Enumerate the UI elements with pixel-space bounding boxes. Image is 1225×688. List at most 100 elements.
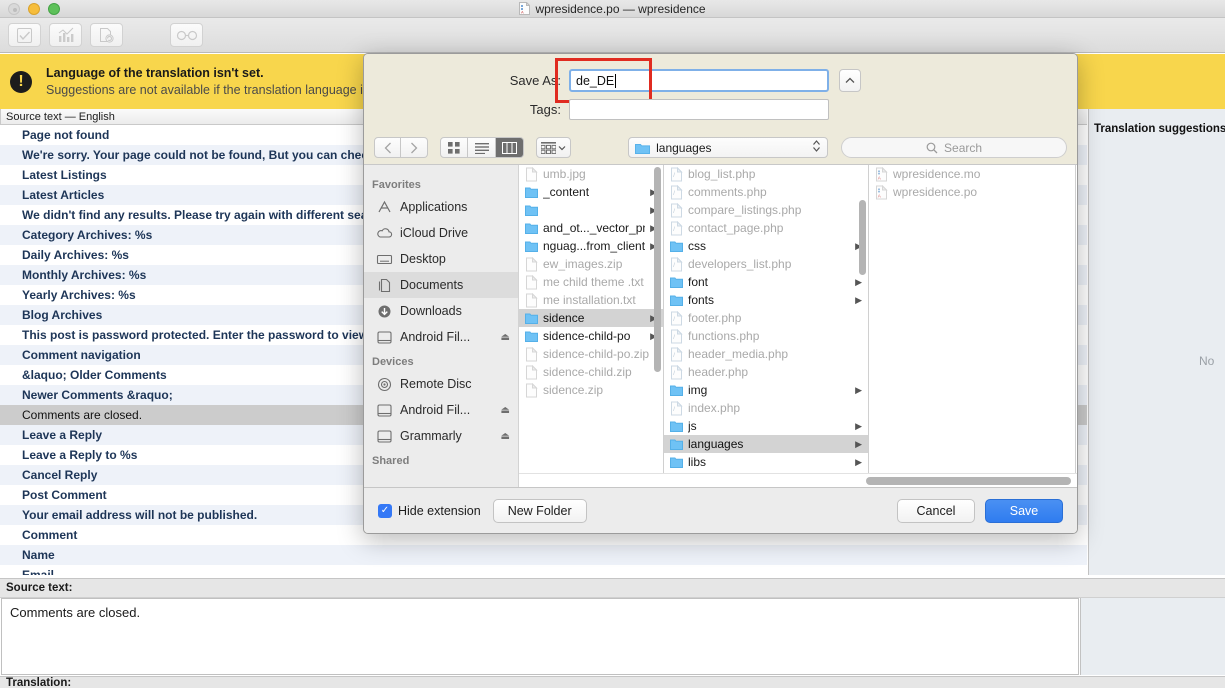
file-row[interactable]: / compare_listings.php	[664, 201, 868, 219]
file-row[interactable]: me child theme .txt	[519, 273, 663, 291]
file-row[interactable]: / header.php	[664, 363, 868, 381]
file-row-label: and_ot..._vector_png	[543, 221, 646, 235]
arrange-by-button[interactable]	[536, 137, 572, 158]
file-row-label: developers_list.php	[688, 257, 792, 271]
source-side-filler	[1080, 598, 1225, 675]
disclosure-arrow-icon: ▶	[855, 420, 862, 431]
source-string-row[interactable]: Email	[0, 565, 1087, 575]
file-icon	[526, 166, 538, 181]
file-row[interactable]: js ▶	[664, 417, 868, 435]
sidebar-item-grammarly[interactable]: Grammarly ⏏	[364, 423, 518, 449]
chevron-down-icon	[558, 145, 566, 150]
folder-icon	[525, 223, 538, 234]
sidebar-item-remote-disc[interactable]: Remote Disc	[364, 371, 518, 397]
forward-button[interactable]	[401, 137, 428, 158]
list-view-button[interactable]	[468, 137, 496, 158]
source-string-row[interactable]: Name	[0, 545, 1087, 565]
cancel-button[interactable]: Cancel	[897, 498, 975, 523]
file-column-2[interactable]: / blog_list.php / comments.php / compare_list…	[664, 165, 869, 487]
update-from-code-button[interactable]	[90, 23, 123, 47]
statistics-button[interactable]	[49, 23, 82, 47]
file-row[interactable]: sidence-child-po▶	[519, 327, 663, 345]
php-file-icon: /	[671, 184, 683, 199]
file-row-label: header.php	[688, 365, 749, 379]
file-row[interactable]: languages ▶	[664, 435, 868, 453]
tags-input[interactable]	[569, 99, 829, 120]
file-row[interactable]: / index.php	[664, 399, 868, 417]
file-column-1[interactable]: umb.jpg _content▶▶and_ot..._vector_png▶ng…	[519, 165, 664, 487]
file-row[interactable]: umb.jpg	[519, 165, 663, 183]
file-row[interactable]: Awpresidence.mo	[869, 165, 1075, 183]
horizontal-scrollbar[interactable]	[519, 473, 1077, 487]
file-row-label: wpresidence.po	[893, 185, 978, 199]
sidebar-item-downloads[interactable]: Downloads	[364, 298, 518, 324]
file-row-label: sidence-child-po.zip	[543, 347, 650, 361]
suggestions-title: Translation suggestions	[1094, 123, 1225, 135]
file-row[interactable]: / comments.php	[664, 183, 868, 201]
current-folder-popup[interactable]: languages	[628, 137, 829, 158]
sidebar-item-android-fil[interactable]: Android Fil... ⏏	[364, 397, 518, 423]
source-string-text: Yearly Archives: %s	[22, 288, 136, 302]
eject-icon[interactable]: ⏏	[501, 332, 510, 343]
validate-button[interactable]	[8, 23, 41, 47]
sidebar-item-android-fil[interactable]: Android Fil... ⏏	[364, 324, 518, 350]
columns-icon	[502, 141, 517, 154]
file-row[interactable]: sidence-child.zip	[519, 363, 663, 381]
file-row[interactable]: / footer.php	[664, 309, 868, 327]
file-row[interactable]: sidence.zip	[519, 381, 663, 399]
folder-icon	[670, 385, 683, 396]
column-scrollbar[interactable]	[859, 200, 866, 275]
file-row[interactable]: / header_media.php	[664, 345, 868, 363]
file-row[interactable]: sidence-child-po.zip	[519, 345, 663, 363]
file-row[interactable]: font ▶	[664, 273, 868, 291]
eject-icon[interactable]: ⏏	[501, 405, 510, 416]
sidebar-item-desktop[interactable]: Desktop	[364, 246, 518, 272]
sidebar-item-applications[interactable]: Applications	[364, 194, 518, 220]
file-column-3[interactable]: Awpresidence.moAwpresidence.po||	[869, 165, 1076, 487]
save-button[interactable]: Save	[985, 498, 1063, 523]
back-button[interactable]	[374, 137, 401, 158]
search-field[interactable]: Search	[841, 137, 1068, 158]
file-row[interactable]: css▶	[664, 237, 868, 255]
folder-stepper[interactable]	[812, 139, 821, 156]
tags-label: Tags:	[529, 102, 561, 117]
places-sidebar[interactable]: Favorites Applications iCloud Drive Desktop…	[364, 165, 519, 487]
sidebar-item-documents[interactable]: Documents	[364, 272, 518, 298]
filename-input[interactable]: de_DE	[569, 69, 829, 92]
file-row[interactable]: nguag...from_clients▶	[519, 237, 663, 255]
file-row-label: font	[688, 275, 709, 289]
eject-icon[interactable]: ⏏	[501, 431, 510, 442]
pre-translate-button[interactable]	[170, 23, 203, 47]
file-row[interactable]: fonts ▶	[664, 291, 868, 309]
column-view-button[interactable]	[496, 137, 524, 158]
column-scrollbar[interactable]	[654, 167, 661, 372]
close-window-button[interactable]	[8, 3, 20, 15]
file-row[interactable]: me installation.txt	[519, 291, 663, 309]
file-row[interactable]: ▶	[519, 201, 663, 219]
file-row[interactable]: ew_images.zip	[519, 255, 663, 273]
php-file-icon: /	[671, 328, 683, 343]
file-row[interactable]: / contact_page.php	[664, 219, 868, 237]
expand-dialog-button[interactable]	[839, 69, 861, 92]
file-row-label: css	[688, 239, 706, 253]
file-row[interactable]: sidence▶	[519, 309, 663, 327]
icon-view-button[interactable]	[440, 137, 468, 158]
minimize-window-button[interactable]	[28, 3, 40, 15]
file-row[interactable]: img ▶	[664, 381, 868, 399]
po-file-icon: A	[519, 2, 531, 15]
file-row[interactable]: / developers_list.php	[664, 255, 868, 273]
new-folder-button[interactable]: New Folder	[492, 498, 587, 523]
file-row[interactable]: and_ot..._vector_png▶	[519, 219, 663, 237]
file-row[interactable]: libs ▶	[664, 453, 868, 471]
banner-subtitle: Suggestions are not available if the tra…	[46, 83, 380, 97]
file-row[interactable]: _content▶	[519, 183, 663, 201]
file-row[interactable]: Awpresidence.po	[869, 183, 1075, 201]
search-placeholder: Search	[944, 140, 983, 155]
hide-extension-checkbox[interactable]: ✓	[378, 503, 392, 518]
file-row[interactable]: / functions.php	[664, 327, 868, 345]
zoom-window-button[interactable]	[48, 3, 60, 15]
sidebar-item-icloud-drive[interactable]: iCloud Drive	[364, 220, 518, 246]
source-string-text: Category Archives: %s	[22, 228, 153, 242]
horizontal-scroll-thumb[interactable]	[866, 477, 1071, 485]
file-row[interactable]: / blog_list.php	[664, 165, 868, 183]
